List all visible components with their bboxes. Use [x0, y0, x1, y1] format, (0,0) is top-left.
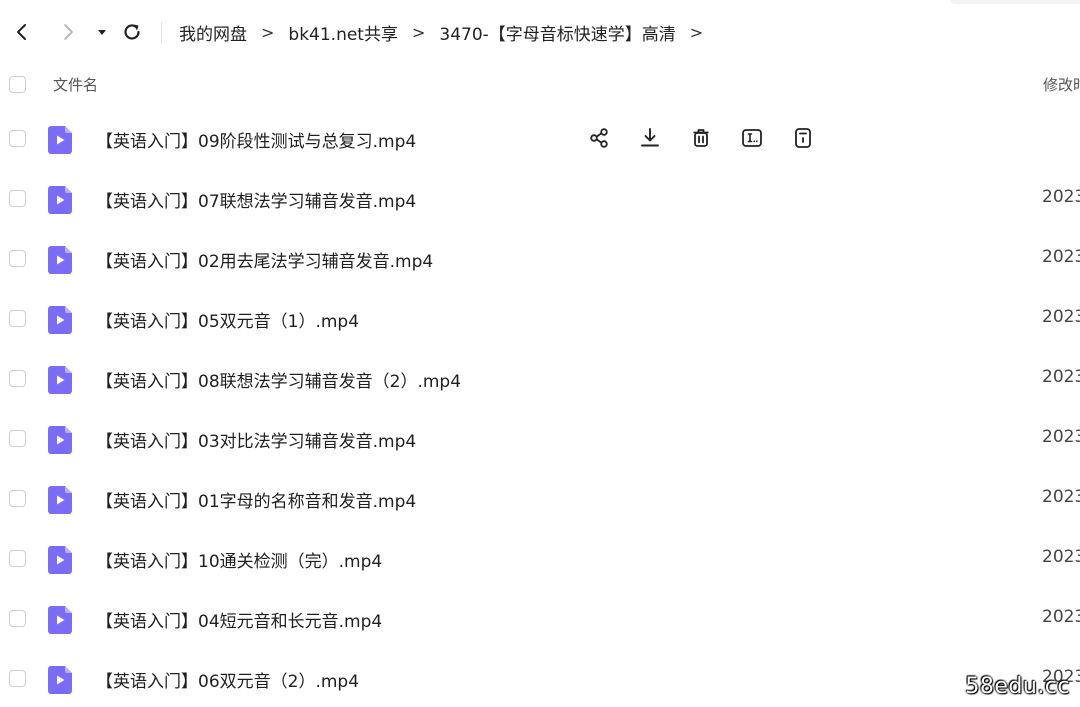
file-row[interactable]: 【英语入门】05双元音（1）.mp4 2023 — [0, 289, 1080, 349]
watermark: 58edu.cc — [965, 674, 1070, 699]
modified-date: 2023 — [1042, 487, 1080, 507]
rename-button[interactable] — [739, 125, 765, 151]
row-checkbox[interactable] — [9, 550, 26, 567]
modified-date: 2023 — [1042, 367, 1080, 387]
row-actions — [586, 125, 841, 151]
row-checkbox[interactable] — [9, 310, 26, 327]
column-header-modified[interactable]: 修改时 — [1043, 74, 1080, 95]
breadcrumb-separator: > — [689, 22, 704, 42]
file-row[interactable]: 【英语入门】06双元音（2）.mp4 2023 — [0, 649, 1080, 707]
breadcrumb-separator: > — [411, 22, 426, 42]
file-name[interactable]: 【英语入门】01字母的名称音和发音.mp4 — [96, 487, 416, 512]
file-row[interactable]: 【英语入门】10通关检测（完）.mp4 2023 — [0, 529, 1080, 589]
file-row[interactable]: 【英语入门】09阶段性测试与总复习.mp4 — [0, 109, 1080, 169]
file-name[interactable]: 【英语入门】07联想法学习辅音发音.mp4 — [96, 187, 416, 212]
caret-down-icon — [98, 30, 106, 35]
file-name[interactable]: 【英语入门】02用去尾法学习辅音发音.mp4 — [96, 247, 433, 272]
modified-date: 2023 — [1042, 187, 1080, 207]
breadcrumb-item-current[interactable]: 3470-【字母音标快速学】高清 — [439, 20, 675, 45]
file-name[interactable]: 【英语入门】04短元音和长元音.mp4 — [96, 607, 382, 632]
video-file-icon — [48, 606, 72, 634]
video-file-icon — [48, 666, 72, 694]
video-file-icon — [48, 306, 72, 334]
row-checkbox[interactable] — [9, 610, 26, 627]
delete-button[interactable] — [688, 125, 714, 151]
video-file-icon — [48, 426, 72, 454]
video-file-icon — [48, 246, 72, 274]
file-row[interactable]: 【英语入门】02用去尾法学习辅音发音.mp4 2023 — [0, 229, 1080, 289]
video-file-icon — [48, 126, 72, 154]
history-dropdown-button[interactable] — [88, 18, 116, 46]
row-checkbox[interactable] — [9, 190, 26, 207]
table-header: 文件名 修改时 — [0, 68, 1080, 102]
modified-date: 2023 — [1042, 547, 1080, 567]
row-checkbox[interactable] — [9, 130, 26, 147]
modified-date: 2023 — [1042, 307, 1080, 327]
details-icon — [795, 128, 811, 148]
breadcrumb-separator: > — [261, 22, 275, 42]
back-button[interactable] — [8, 18, 36, 46]
file-row[interactable]: 【英语入门】01字母的名称音和发音.mp4 2023 — [0, 469, 1080, 529]
breadcrumb: 我的网盘 > bk41.net共享 > 3470-【字母音标快速学】高清 > — [179, 19, 717, 45]
file-row[interactable]: 【英语入门】04短元音和长元音.mp4 2023 — [0, 589, 1080, 649]
rename-icon — [742, 129, 762, 147]
chevron-left-icon — [17, 24, 26, 40]
video-file-icon — [48, 366, 72, 394]
modified-date: 2023 — [1042, 247, 1080, 267]
refresh-icon — [124, 24, 140, 40]
file-row[interactable]: 【英语入门】08联想法学习辅音发音（2）.mp4 2023 — [0, 349, 1080, 409]
navigation-bar: 我的网盘 > bk41.net共享 > 3470-【字母音标快速学】高清 > — [0, 0, 1080, 64]
file-name[interactable]: 【英语入门】08联想法学习辅音发音（2）.mp4 — [96, 367, 461, 392]
row-checkbox[interactable] — [9, 490, 26, 507]
file-row[interactable]: 【英语入门】03对比法学习辅音发音.mp4 2023 — [0, 409, 1080, 469]
row-checkbox[interactable] — [9, 250, 26, 267]
file-name[interactable]: 【英语入门】09阶段性测试与总复习.mp4 — [96, 127, 416, 152]
row-checkbox[interactable] — [9, 430, 26, 447]
breadcrumb-item-shared[interactable]: bk41.net共享 — [288, 20, 398, 45]
modified-date: 2023 — [1042, 607, 1080, 627]
file-name[interactable]: 【英语入门】05双元音（1）.mp4 — [96, 307, 359, 332]
download-icon — [641, 128, 659, 147]
breadcrumb-item-root[interactable]: 我的网盘 — [179, 20, 247, 45]
file-name[interactable]: 【英语入门】03对比法学习辅音发音.mp4 — [96, 427, 416, 452]
video-file-icon — [48, 486, 72, 514]
share-icon — [590, 128, 608, 148]
modified-date: 2023 — [1042, 427, 1080, 447]
download-button[interactable] — [637, 125, 663, 151]
row-checkbox[interactable] — [9, 670, 26, 687]
file-row[interactable]: 【英语入门】07联想法学习辅音发音.mp4 2023 — [0, 169, 1080, 229]
delete-icon — [693, 129, 709, 147]
share-button[interactable] — [586, 125, 612, 151]
video-file-icon — [48, 546, 72, 574]
search-box-edge[interactable] — [950, 0, 1080, 4]
column-header-name[interactable]: 文件名 — [53, 74, 98, 95]
select-all-checkbox[interactable] — [9, 76, 26, 93]
file-list: 【英语入门】09阶段性测试与总复习.mp4 【英语入门】07联想法学习辅音发音.… — [0, 109, 1080, 707]
forward-button[interactable] — [54, 18, 82, 46]
row-checkbox[interactable] — [9, 370, 26, 387]
video-file-icon — [48, 186, 72, 214]
file-browser: 我的网盘 > bk41.net共享 > 3470-【字母音标快速学】高清 > 文… — [0, 0, 1080, 707]
file-name[interactable]: 【英语入门】06双元音（2）.mp4 — [96, 667, 359, 692]
chevron-right-icon — [64, 24, 73, 40]
nav-divider — [161, 22, 162, 44]
details-button[interactable] — [790, 125, 816, 151]
refresh-button[interactable] — [118, 18, 146, 46]
file-name[interactable]: 【英语入门】10通关检测（完）.mp4 — [96, 547, 382, 572]
